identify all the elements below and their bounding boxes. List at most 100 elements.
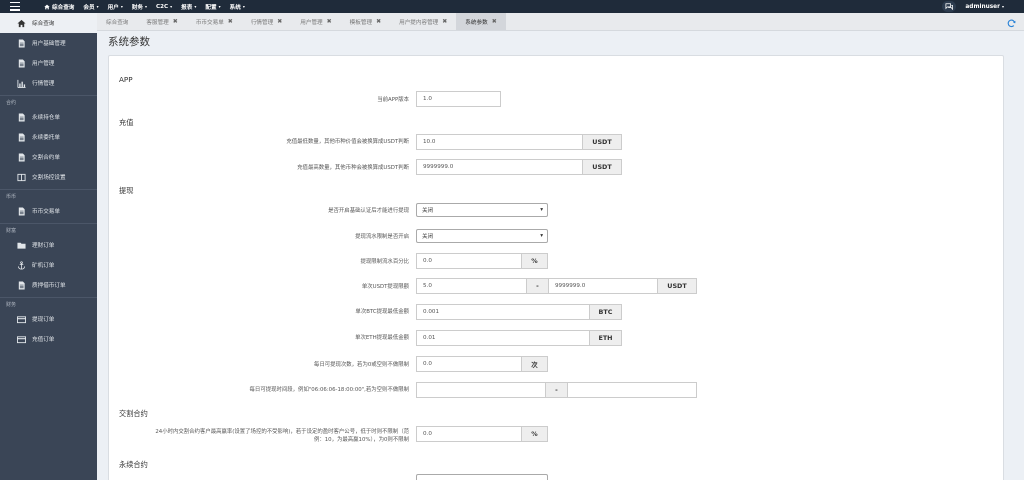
close-icon[interactable]: ✖ [277, 18, 282, 25]
withdraw-btc-min-label: 单次BTC提现最低金额 [355, 309, 409, 315]
withdraw-flow-pct-label: 提现限制流水百分比 [360, 259, 409, 265]
document-icon [18, 38, 25, 48]
nav-c2c-menu[interactable]: C2C ▾ [156, 4, 172, 10]
nav-system-menu[interactable]: 系统 ▾ [230, 3, 245, 11]
close-icon[interactable]: ✖ [492, 18, 497, 25]
home-icon [44, 4, 50, 9]
withdraw-flow-select[interactable]: 关闭 ▾ [416, 229, 548, 243]
withdraw-usdt-limit-label: 单次USDT提现限额 [361, 284, 409, 290]
chevron-down-icon: ▾ [120, 4, 123, 9]
nav-report-menu[interactable]: 报表 ▾ [181, 3, 196, 11]
tab-coin-trade[interactable]: 币币交易单 ✖ [187, 13, 242, 30]
withdraw-usdt-unit: USDT [657, 278, 697, 294]
sidebar-section-contract: 合约 [0, 95, 97, 107]
sidebar-item-overview[interactable]: 综合查询 [0, 13, 97, 33]
card-icon [17, 315, 26, 323]
sidebar-section-wealth: 财富 [0, 223, 97, 235]
recharge-max-unit: USDT [582, 159, 622, 175]
home-icon [17, 19, 26, 27]
delivery-limit-input[interactable]: 0.0 [416, 426, 522, 442]
chevron-down-icon: ▾ [145, 4, 148, 9]
sidebar-item-withdraw-order[interactable]: 提现订单 [0, 309, 97, 329]
recharge-max-label: 充值最高数量，其他币种会被换算成USDT判断 [297, 165, 409, 171]
sidebar-item-wealth-order[interactable]: 理财订单 [0, 235, 97, 255]
sidebar-item-recharge-order[interactable]: 充值订单 [0, 329, 97, 349]
nav-user-menu[interactable]: 用户 ▾ [108, 3, 123, 11]
withdraw-daily-count-unit: 次 [521, 356, 548, 372]
document-icon [18, 58, 25, 68]
close-icon[interactable]: ✖ [442, 18, 447, 25]
withdraw-usdt-separator: - [526, 278, 549, 294]
withdraw-flow-pct-input[interactable]: 0.0 [416, 253, 522, 269]
chevron-down-icon: ▾ [242, 4, 245, 9]
document-icon [18, 152, 25, 162]
recharge-max-input[interactable]: 9999999.0 [416, 159, 583, 175]
section-recharge-title: 充值 [119, 118, 134, 127]
sidebar-section-finance: 财务 [0, 297, 97, 309]
withdraw-time-separator: - [545, 382, 568, 398]
sidebar-item-coin-trade[interactable]: 币币交易单 [0, 201, 97, 221]
close-icon[interactable]: ✖ [228, 18, 233, 25]
close-icon[interactable]: ✖ [173, 18, 178, 25]
close-icon[interactable]: ✖ [327, 18, 332, 25]
delivery-limit-label: 24小时内交割合约客户最高赢率(设置了场控的不受影响)，若于设定的盈时客户公号，… [155, 429, 409, 443]
sidebar-item-perpetual-position[interactable]: 永续持仓单 [0, 107, 97, 127]
folder-icon [17, 242, 26, 249]
refresh-icon[interactable] [1007, 19, 1016, 28]
hamburger-menu-icon[interactable] [10, 2, 20, 11]
page-title: 系统参数 [108, 36, 150, 48]
tab-system-params[interactable]: 系统参数 ✖ [456, 13, 506, 30]
nav-overview[interactable]: 综合查询 [44, 3, 74, 11]
withdraw-eth-min-input[interactable]: 0.01 [416, 330, 590, 346]
username: adminuser [965, 3, 1000, 10]
document-icon [18, 132, 25, 142]
recharge-min-label: 充值最低数量，其他币种价值会被换算成USDT判断 [286, 139, 409, 145]
withdraw-usdt-max-input[interactable]: 9999999.0 [548, 278, 658, 294]
withdraw-eth-min-label: 单次ETH提现最低金额 [355, 335, 409, 341]
withdraw-btc-min-input[interactable]: 0.001 [416, 304, 590, 320]
app-version-input[interactable]: 1.0 [416, 91, 501, 107]
tab-market[interactable]: 行情管理 ✖ [242, 13, 291, 30]
sidebar-item-perpetual-order[interactable]: 永续委托单 [0, 127, 97, 147]
sidebar-item-user-manage[interactable]: 用户管理 [0, 53, 97, 73]
columns-icon [17, 173, 26, 181]
tab-user-content[interactable]: 用户提内容管理 ✖ [390, 13, 456, 30]
sidebar-item-market[interactable]: 行情管理 [0, 73, 97, 93]
sidebar-section-coin: 币币 [0, 189, 97, 201]
withdraw-eth-unit: ETH [589, 330, 622, 346]
sidebar-item-miner-order[interactable]: 矿机订单 [0, 255, 97, 275]
chat-icon [945, 3, 953, 10]
withdraw-time-start-input[interactable] [416, 382, 546, 398]
document-icon [18, 206, 25, 216]
tab-overview[interactable]: 综合查询 [97, 13, 137, 30]
nav-config-menu[interactable]: 配置 ▾ [205, 3, 220, 11]
sidebar-item-delivery-control[interactable]: 交割场控设置 [0, 167, 97, 187]
app-version-label: 当前APP版本 [377, 97, 409, 103]
recharge-min-input[interactable]: 10.0 [416, 134, 583, 150]
withdraw-daily-count-input[interactable]: 0.0 [416, 356, 522, 372]
nav-finance-menu[interactable]: 财务 ▾ [132, 3, 147, 11]
tab-customer-service[interactable]: 客服管理 ✖ [137, 13, 186, 30]
tab-user-manage[interactable]: 用户管理 ✖ [291, 13, 340, 30]
withdraw-kyc-label: 是否开启基础认证后才能进行提现 [328, 208, 409, 214]
section-app-title: APP [119, 75, 133, 84]
chevron-down-icon: ▾ [540, 233, 543, 239]
section-perpetual-title: 永续合约 [119, 460, 148, 469]
withdraw-kyc-select[interactable]: 关闭 ▾ [416, 203, 548, 217]
withdraw-flow-pct-unit: % [521, 253, 548, 269]
withdraw-daily-count-label: 每日可提现次数，若为0或空则不做限制 [313, 362, 409, 368]
withdraw-usdt-min-input[interactable]: 5.0 [416, 278, 527, 294]
sidebar-item-user-base[interactable]: 用户基础管理 [0, 33, 97, 53]
withdraw-time-end-input[interactable] [567, 382, 697, 398]
user-menu[interactable]: adminuser ▾ [965, 0, 1004, 13]
nav-member-menu[interactable]: 会员 ▾ [83, 3, 98, 11]
sidebar-item-pledge-order[interactable]: 质押借币订单 [0, 275, 97, 295]
chat-button[interactable] [942, 1, 956, 12]
withdraw-time-label: 每日可提现时间段，例如"06:06:06-18:00:00",若为空则不做限制 [249, 387, 409, 393]
close-icon[interactable]: ✖ [376, 18, 381, 25]
perpetual-select[interactable] [416, 474, 548, 480]
chevron-down-icon: ▾ [170, 4, 173, 9]
sidebar-item-delivery-order[interactable]: 交割合约单 [0, 147, 97, 167]
tab-template[interactable]: 模板管理 ✖ [341, 13, 390, 30]
bar-chart-icon [17, 79, 26, 88]
